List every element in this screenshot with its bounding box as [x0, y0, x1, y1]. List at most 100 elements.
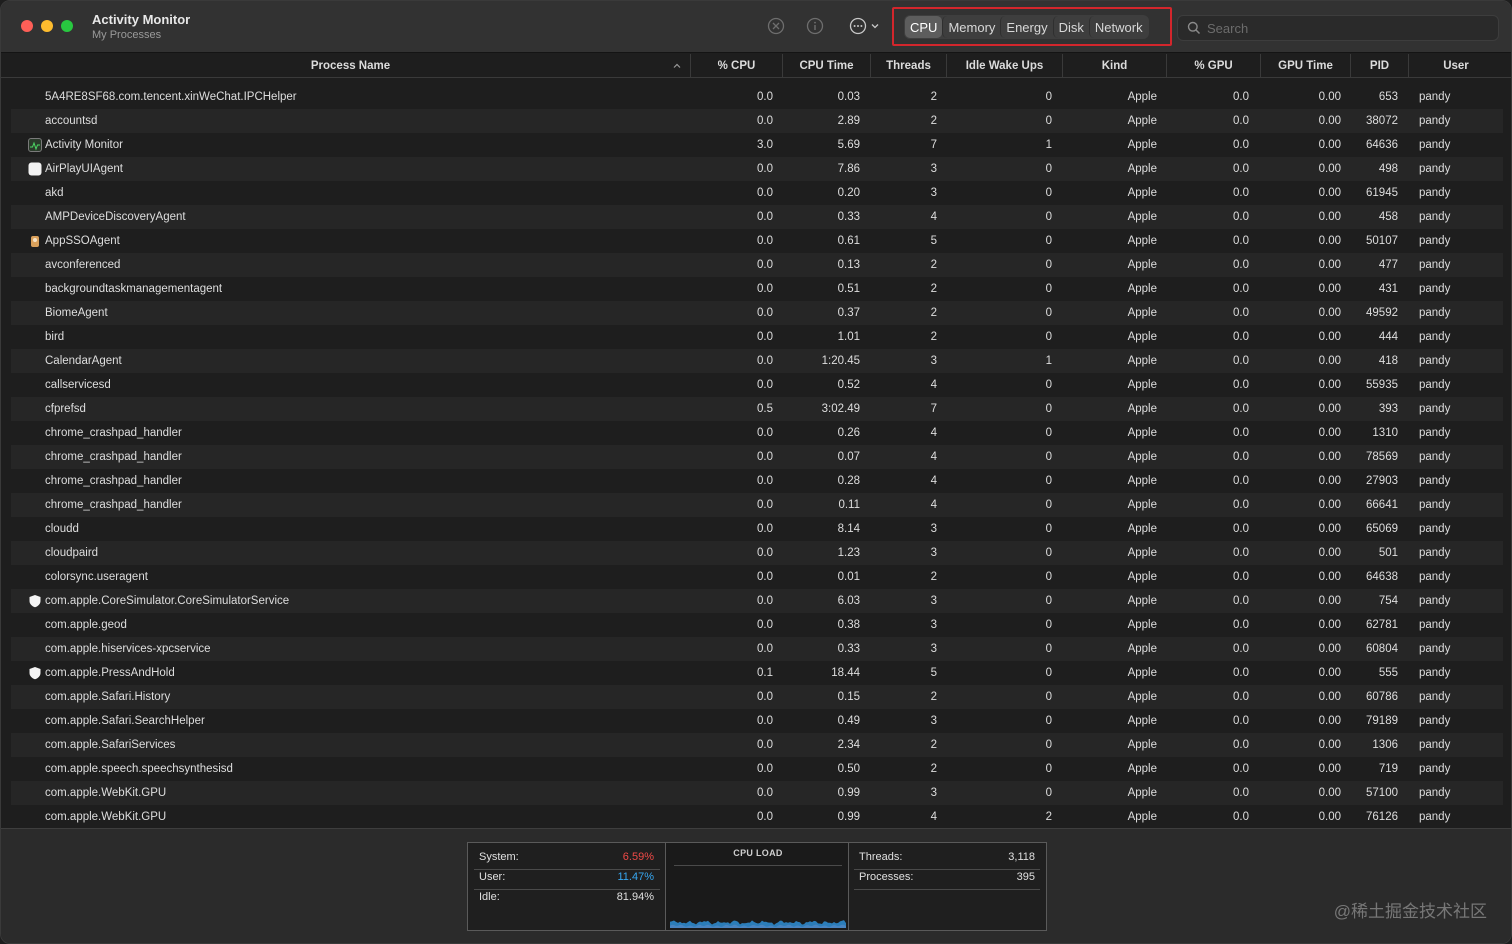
- column-header-label: Kind: [1101, 60, 1128, 72]
- table-row[interactable]: chrome_crashpad_handler 0.0 0.26 4 0 Apple 0.0…: [11, 421, 1503, 445]
- cell-pid: 65069: [1366, 523, 1398, 535]
- cell-cpu: 0.0: [757, 91, 773, 103]
- tab-energy[interactable]: Energy: [1000, 16, 1052, 38]
- search-input[interactable]: [1207, 18, 1487, 38]
- cell-name: CalendarAgent: [45, 355, 122, 367]
- more-actions-button[interactable]: [846, 16, 882, 36]
- table-row[interactable]: chrome_crashpad_handler 0.0 0.28 4 0 Apple 0.0…: [11, 469, 1503, 493]
- cell-cpu-time: 0.37: [837, 307, 860, 319]
- tab-disk[interactable]: Disk: [1052, 16, 1089, 38]
- cell-pid: 50107: [1366, 235, 1398, 247]
- inspect-process-button[interactable]: [805, 16, 825, 36]
- close-window-button[interactable]: [21, 20, 33, 32]
- column-header-pid[interactable]: PID: [1351, 54, 1409, 78]
- cell-threads: 2: [930, 115, 937, 127]
- table-row[interactable]: com.apple.Safari.SearchHelper 0.0 0.49 3 0 Ap…: [11, 709, 1503, 733]
- table-row[interactable]: com.apple.WebKit.GPU 0.0 0.99 3 0 Apple 0.0 0.0…: [11, 781, 1503, 805]
- table-row[interactable]: CalendarAgent 0.0 1:20.45 3 1 Apple 0.0 0.00 418…: [11, 349, 1503, 373]
- column-header-gpu-time[interactable]: GPU Time: [1261, 54, 1351, 78]
- window-title: Activity Monitor: [92, 12, 191, 27]
- table-row[interactable]: avconferenced 0.0 0.13 2 0 Apple 0.0 0.00 477 pan…: [11, 253, 1503, 277]
- column-header-gpu[interactable]: % GPU: [1167, 54, 1261, 78]
- zoom-window-button[interactable]: [61, 20, 73, 32]
- window-subtitle: My Processes: [92, 29, 162, 41]
- table-row[interactable]: com.apple.CoreSimulator.CoreSimulatorSer…: [11, 589, 1503, 613]
- cell-user: pandy: [1419, 451, 1451, 463]
- chevron-down-icon: [871, 24, 878, 29]
- stop-process-button[interactable]: [766, 16, 786, 36]
- table-row[interactable]: cloudd 0.0 8.14 3 0 Apple 0.0 0.00 65069 pandy: [11, 517, 1503, 541]
- table-row[interactable]: com.apple.hiservices-xpcservice 0.0 0.33 3 0…: [11, 637, 1503, 661]
- column-header-threads[interactable]: Threads: [871, 54, 947, 78]
- column-header-cpu-time[interactable]: CPU Time: [783, 54, 871, 78]
- cell-gpu-time: 0.00: [1318, 427, 1341, 439]
- cell-kind: Apple: [1127, 811, 1157, 823]
- cell-threads: 4: [930, 211, 937, 223]
- table-row[interactable]: com.apple.SafariServices 0.0 2.34 2 0 Apple 0.…: [11, 733, 1503, 757]
- tab-cpu[interactable]: CPU: [905, 16, 943, 38]
- cell-cpu-time: 7.86: [837, 163, 860, 175]
- column-header-idle[interactable]: Idle Wake Ups: [947, 54, 1063, 78]
- minimize-window-button[interactable]: [41, 20, 53, 32]
- cell-cpu-time: 0.11: [838, 499, 860, 511]
- table-row[interactable]: Activity Monitor 3.0 5.69 7 1 Apple 0.0 0.00 646…: [11, 133, 1503, 157]
- cell-pid: 653: [1378, 91, 1398, 103]
- cell-user: pandy: [1419, 643, 1451, 655]
- table-row[interactable]: AppSSOAgent 0.0 0.61 5 0 Apple 0.0 0.00 50107 pan…: [11, 229, 1503, 253]
- table-row[interactable]: AirPlayUIAgent 0.0 7.86 3 0 Apple 0.0 0.00 498 pa…: [11, 157, 1503, 181]
- cell-name: com.apple.WebKit.GPU: [45, 787, 167, 799]
- cell-gpu: 0.0: [1233, 811, 1249, 823]
- cell-name: com.apple.Safari.History: [45, 691, 171, 703]
- table-row[interactable]: com.apple.speech.speechsynthesisd 0.0 0.50…: [11, 757, 1503, 781]
- cell-cpu-time: 0.61: [837, 235, 860, 247]
- column-header-name[interactable]: Process Name: [11, 54, 691, 78]
- table-row[interactable]: accountsd 0.0 2.89 2 0 Apple 0.0 0.00 38072 pandy: [11, 109, 1503, 133]
- cell-gpu: 0.0: [1233, 211, 1249, 223]
- cell-gpu-time: 0.00: [1318, 355, 1341, 367]
- table-row[interactable]: colorsync.useragent 0.0 0.01 2 0 Apple 0.0 0.00…: [11, 565, 1503, 589]
- cpu-summary-box: System: 6.59% User: 11.47% Idle: 81.94% …: [467, 842, 1047, 931]
- cpu-load-sparkline: [670, 920, 846, 928]
- cell-cpu-time: 0.07: [837, 451, 860, 463]
- process-table: 5A4RE8SF68.com.tencent.xinWeChat.IPCHelp…: [11, 85, 1503, 829]
- table-row[interactable]: backgroundtaskmanagementagent 0.0 0.51 2 0 Ap…: [11, 277, 1503, 301]
- table-row[interactable]: akd 0.0 0.20 3 0 Apple 0.0 0.00 61945 pandy: [11, 181, 1503, 205]
- cell-kind: Apple: [1127, 739, 1157, 751]
- cell-gpu: 0.0: [1233, 739, 1249, 751]
- cell-kind: Apple: [1127, 571, 1157, 583]
- table-row[interactable]: chrome_crashpad_handler 0.0 0.07 4 0 Apple 0.0…: [11, 445, 1503, 469]
- table-row[interactable]: callservicesd 0.0 0.52 4 0 Apple 0.0 0.00 55935 p…: [11, 373, 1503, 397]
- cell-gpu: 0.0: [1233, 403, 1249, 415]
- cell-cpu: 0.0: [757, 451, 773, 463]
- table-row[interactable]: bird 0.0 1.01 2 0 Apple 0.0 0.00 444 pandy: [11, 325, 1503, 349]
- table-row[interactable]: cloudpaird 0.0 1.23 3 0 Apple 0.0 0.00 501 pandy: [11, 541, 1503, 565]
- table-row[interactable]: BiomeAgent 0.0 0.37 2 0 Apple 0.0 0.00 49592 pand…: [11, 301, 1503, 325]
- cell-user: pandy: [1419, 499, 1451, 511]
- table-row[interactable]: com.apple.geod 0.0 0.38 3 0 Apple 0.0 0.00 62781…: [11, 613, 1503, 637]
- tab-memory[interactable]: Memory: [942, 16, 1000, 38]
- cell-name: chrome_crashpad_handler: [45, 499, 182, 511]
- system-value: 6.59%: [622, 851, 654, 863]
- table-row[interactable]: chrome_crashpad_handler 0.0 0.11 4 0 Apple 0.0…: [11, 493, 1503, 517]
- column-header-kind[interactable]: Kind: [1063, 54, 1167, 78]
- table-row[interactable]: 5A4RE8SF68.com.tencent.xinWeChat.IPCHelp…: [11, 85, 1503, 109]
- table-row[interactable]: AMPDeviceDiscoveryAgent 0.0 0.33 4 0 Apple 0.0…: [11, 205, 1503, 229]
- cell-idle: 0: [1045, 403, 1052, 415]
- table-row[interactable]: com.apple.WebKit.GPU 0.0 0.99 4 2 Apple 0.0 0.0…: [11, 805, 1503, 829]
- cell-cpu: 0.1: [757, 667, 773, 679]
- cell-idle: 0: [1045, 379, 1052, 391]
- table-row[interactable]: cfprefsd 0.5 3:02.49 7 0 Apple 0.0 0.00 393 pandy: [11, 397, 1503, 421]
- cell-cpu: 0.0: [757, 811, 773, 823]
- cell-gpu-time: 0.00: [1318, 691, 1341, 703]
- cell-gpu-time: 0.00: [1318, 139, 1341, 151]
- table-row[interactable]: com.apple.Safari.History 0.0 0.15 2 0 Apple 0.…: [11, 685, 1503, 709]
- column-header-user[interactable]: User: [1409, 54, 1503, 78]
- search-field[interactable]: [1177, 15, 1499, 41]
- table-row[interactable]: com.apple.PressAndHold 0.1 18.44 5 0 Apple 0.0…: [11, 661, 1503, 685]
- cell-pid: 38072: [1366, 115, 1398, 127]
- column-header-cpu[interactable]: % CPU: [691, 54, 783, 78]
- cell-pid: 64636: [1366, 139, 1398, 151]
- tab-network[interactable]: Network: [1088, 16, 1148, 38]
- more-actions-icon: [849, 17, 866, 35]
- cell-gpu: 0.0: [1233, 139, 1249, 151]
